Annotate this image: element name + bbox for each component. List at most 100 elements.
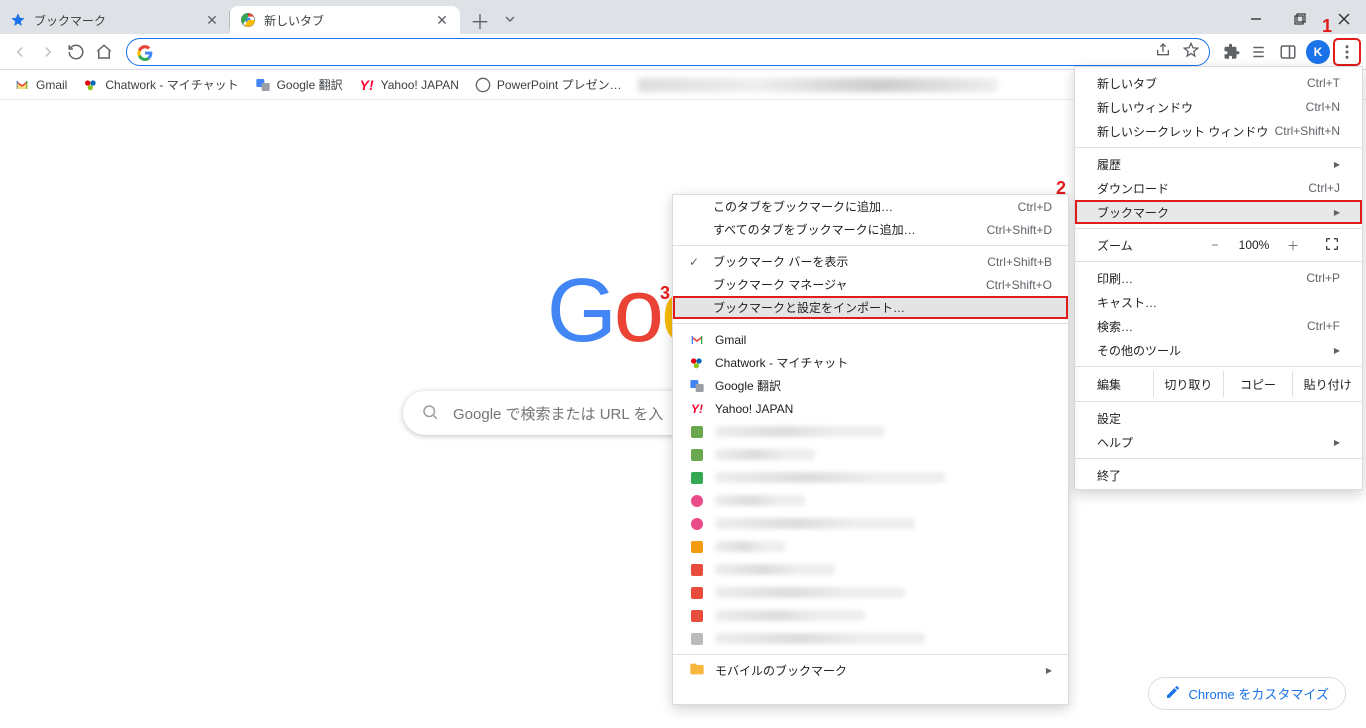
share-icon[interactable] bbox=[1155, 42, 1171, 61]
submenu-manager[interactable]: ブックマーク マネージャ Ctrl+Shift+O bbox=[673, 273, 1068, 296]
submenu-bookmark-blurred[interactable] bbox=[673, 558, 1068, 581]
gmail-icon bbox=[14, 77, 30, 93]
customize-label: Chrome をカスタマイズ bbox=[1189, 684, 1329, 703]
bookmark-label: PowerPoint プレゼン… bbox=[497, 76, 622, 93]
side-panel-icon[interactable] bbox=[1274, 38, 1302, 66]
edit-copy-button[interactable]: コピー bbox=[1223, 371, 1293, 397]
bookmark-yahoo[interactable]: Y! Yahoo! JAPAN bbox=[359, 77, 459, 93]
chrome-icon bbox=[240, 12, 256, 28]
edit-paste-button[interactable]: 貼り付け bbox=[1292, 371, 1362, 397]
tab-search-button[interactable] bbox=[494, 4, 526, 34]
tab-bookmarks[interactable]: ブックマーク ✕ bbox=[0, 6, 230, 34]
zoom-out-button[interactable]: − bbox=[1204, 238, 1226, 252]
submenu-add-this[interactable]: このタブをブックマークに追加… Ctrl+D bbox=[673, 195, 1068, 218]
submenu-import[interactable]: ブックマークと設定をインポート… bbox=[673, 296, 1068, 319]
chrome-menu-button[interactable] bbox=[1334, 39, 1360, 65]
powerpoint-icon bbox=[475, 77, 491, 93]
submenu-bookmark-blurred[interactable] bbox=[673, 604, 1068, 627]
submenu-add-all[interactable]: すべてのタブをブックマークに追加… Ctrl+Shift+D bbox=[673, 218, 1068, 241]
annotation-1: 1 bbox=[1322, 16, 1332, 37]
address-bar[interactable] bbox=[126, 38, 1210, 66]
window-controls bbox=[1234, 4, 1366, 34]
google-g-icon bbox=[137, 45, 151, 59]
menu-help[interactable]: ヘルプ bbox=[1075, 430, 1362, 454]
menu-new-incognito[interactable]: 新しいシークレット ウィンドウ Ctrl+Shift+N bbox=[1075, 119, 1362, 143]
check-icon: ✓ bbox=[689, 255, 709, 269]
bookmark-chatwork[interactable]: Chatwork - マイチャット bbox=[83, 76, 238, 93]
minimize-button[interactable] bbox=[1234, 4, 1278, 34]
maximize-button[interactable] bbox=[1278, 4, 1322, 34]
bookmark-label: Yahoo! JAPAN bbox=[381, 78, 459, 92]
menu-history[interactable]: 履歴 bbox=[1075, 152, 1362, 176]
submenu-bookmark-blurred[interactable] bbox=[673, 512, 1068, 535]
bookmarks-submenu: このタブをブックマークに追加… Ctrl+D すべてのタブをブックマークに追加…… bbox=[672, 194, 1069, 705]
bookmark-label: Chatwork - マイチャット bbox=[105, 76, 238, 93]
close-icon[interactable]: ✕ bbox=[204, 12, 220, 28]
menu-more-tools[interactable]: その他のツール bbox=[1075, 338, 1362, 362]
back-button[interactable] bbox=[6, 38, 34, 66]
toolbar: K bbox=[0, 34, 1366, 70]
tab-title: 新しいタブ bbox=[264, 12, 426, 29]
submenu-bookmark-item[interactable]: Chatwork - マイチャット bbox=[673, 351, 1068, 374]
gtranslate-icon bbox=[255, 77, 271, 93]
chatwork-icon bbox=[689, 355, 705, 371]
tab-newtab[interactable]: 新しいタブ ✕ bbox=[230, 6, 460, 34]
gtranslate-icon bbox=[689, 378, 705, 394]
menu-find[interactable]: 検索… Ctrl+F bbox=[1075, 314, 1362, 338]
menu-edit-row: 編集 切り取り コピー 貼り付け bbox=[1075, 371, 1362, 397]
close-icon[interactable]: ✕ bbox=[434, 12, 450, 28]
pencil-icon bbox=[1165, 684, 1181, 703]
menu-bookmarks[interactable]: ブックマーク bbox=[1075, 200, 1362, 224]
bookmark-label: Gmail bbox=[36, 78, 67, 92]
submenu-bookmark-blurred[interactable] bbox=[673, 581, 1068, 604]
submenu-bookmark-item[interactable]: Gmail bbox=[673, 328, 1068, 351]
annotation-3: 3 bbox=[660, 283, 670, 304]
tab-title: ブックマーク bbox=[34, 12, 196, 29]
yahoo-icon: Y! bbox=[689, 401, 705, 417]
submenu-bookmark-blurred[interactable] bbox=[673, 535, 1068, 558]
new-tab-button[interactable]: ＋ bbox=[466, 6, 494, 34]
submenu-bookmark-blurred[interactable] bbox=[673, 420, 1068, 443]
search-placeholder: Google で検索または URL を入 bbox=[453, 403, 663, 424]
yahoo-icon: Y! bbox=[359, 77, 375, 93]
bookmarks-blurred bbox=[638, 78, 998, 92]
reload-button[interactable] bbox=[62, 38, 90, 66]
menu-new-tab[interactable]: 新しいタブ Ctrl+T bbox=[1075, 71, 1362, 95]
bookmark-label: Google 翻訳 bbox=[277, 76, 343, 93]
submenu-bookmark-blurred[interactable] bbox=[673, 627, 1068, 650]
bookmark-star-icon[interactable] bbox=[1183, 42, 1199, 61]
bookmark-powerpoint[interactable]: PowerPoint プレゼン… bbox=[475, 76, 622, 93]
forward-button[interactable] bbox=[34, 38, 62, 66]
menu-downloads[interactable]: ダウンロード Ctrl+J bbox=[1075, 176, 1362, 200]
customize-chrome-button[interactable]: Chrome をカスタマイズ bbox=[1148, 677, 1346, 710]
zoom-value: 100% bbox=[1236, 238, 1272, 252]
edit-cut-button[interactable]: 切り取り bbox=[1153, 371, 1223, 397]
bookmark-gtranslate[interactable]: Google 翻訳 bbox=[255, 76, 343, 93]
submenu-bookmark-item[interactable]: Y! Yahoo! JAPAN bbox=[673, 397, 1068, 420]
star-icon bbox=[10, 12, 26, 28]
bookmark-gmail[interactable]: Gmail bbox=[14, 77, 67, 93]
menu-cast[interactable]: キャスト… bbox=[1075, 290, 1362, 314]
submenu-bookmark-blurred[interactable] bbox=[673, 489, 1068, 512]
extensions-button[interactable] bbox=[1218, 38, 1246, 66]
submenu-show-bar[interactable]: ✓ ブックマーク バーを表示 Ctrl+Shift+B bbox=[673, 250, 1068, 273]
gmail-icon bbox=[689, 332, 705, 348]
menu-exit[interactable]: 終了 bbox=[1075, 463, 1362, 487]
chatwork-icon bbox=[83, 77, 99, 93]
search-icon bbox=[421, 403, 439, 424]
submenu-bookmark-blurred[interactable] bbox=[673, 466, 1068, 489]
profile-avatar[interactable]: K bbox=[1306, 40, 1330, 64]
submenu-bookmark-item[interactable]: Google 翻訳 bbox=[673, 374, 1068, 397]
menu-settings[interactable]: 設定 bbox=[1075, 406, 1362, 430]
submenu-bookmark-blurred[interactable] bbox=[673, 443, 1068, 466]
menu-zoom: ズーム − 100% ＋ bbox=[1075, 233, 1362, 257]
reading-list-icon[interactable] bbox=[1246, 38, 1274, 66]
fullscreen-button[interactable] bbox=[1324, 236, 1340, 255]
submenu-mobile-folder[interactable]: モバイルのブックマーク bbox=[673, 659, 1068, 682]
folder-icon bbox=[689, 661, 705, 680]
zoom-in-button[interactable]: ＋ bbox=[1282, 237, 1304, 254]
menu-new-window[interactable]: 新しいウィンドウ Ctrl+N bbox=[1075, 95, 1362, 119]
tab-strip: ブックマーク ✕ 新しいタブ ✕ ＋ bbox=[0, 0, 1366, 34]
home-button[interactable] bbox=[90, 38, 118, 66]
menu-print[interactable]: 印刷… Ctrl+P bbox=[1075, 266, 1362, 290]
